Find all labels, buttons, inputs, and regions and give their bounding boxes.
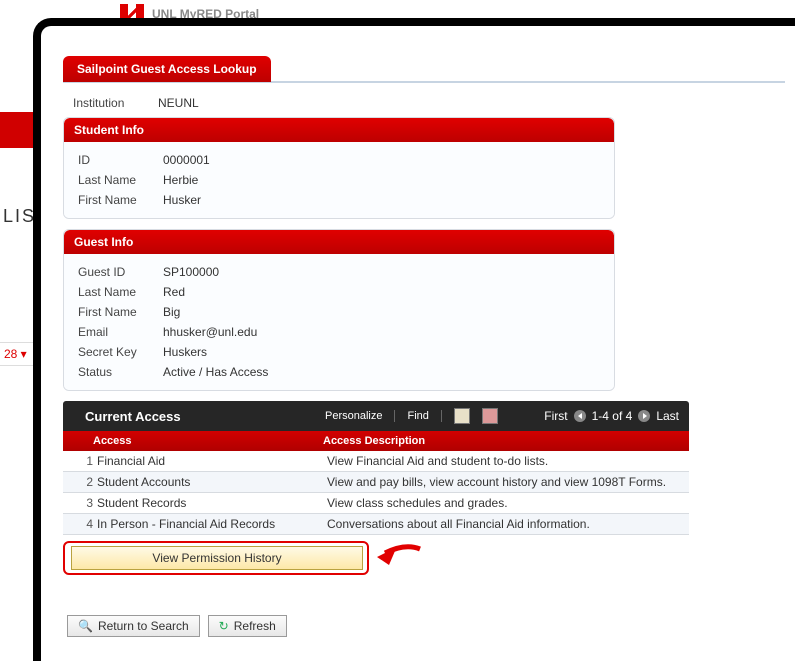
guest-email-value: hhusker@unl.edu <box>163 325 257 339</box>
student-last-value: Herbie <box>163 173 198 187</box>
grid-prev-icon[interactable] <box>574 410 586 422</box>
find-link[interactable]: Find <box>407 410 428 422</box>
guest-id-value: SP100000 <box>163 265 219 279</box>
row-access: Financial Aid <box>93 454 327 468</box>
institution-label: Institution <box>73 96 158 110</box>
guest-status-label: Status <box>78 365 163 379</box>
row-desc: Conversations about all Financial Aid in… <box>327 517 679 531</box>
guest-secret-label: Secret Key <box>78 345 163 359</box>
refresh-button[interactable]: ↻ Refresh <box>208 615 287 637</box>
guest-email-label: Email <box>78 325 163 339</box>
callout-arrow-icon <box>365 541 425 571</box>
guest-info-box: Guest Info Guest IDSP100000 Last NameRed… <box>63 229 615 391</box>
institution-value: NEUNL <box>158 96 199 110</box>
grid-first[interactable]: First <box>544 409 567 423</box>
guest-status-value: Active / Has Access <box>163 365 268 379</box>
student-id-label: ID <box>78 153 163 167</box>
table-row: 2Student AccountsView and pay bills, vie… <box>63 472 689 493</box>
return-to-search-label: Return to Search <box>98 619 189 633</box>
left-red-bar <box>0 112 33 148</box>
partial-text-lis: LIS <box>3 206 36 227</box>
download-grid-icon[interactable] <box>482 408 498 424</box>
table-row: 4In Person - Financial Aid RecordsConver… <box>63 514 689 535</box>
return-to-search-button[interactable]: 🔍 Return to Search <box>67 615 200 637</box>
col-access-header[interactable]: Access <box>93 435 323 447</box>
current-access-grid: Current Access Personalize Find First 1-… <box>63 401 689 575</box>
table-row: 3Student RecordsView class schedules and… <box>63 493 689 514</box>
refresh-label: Refresh <box>234 619 276 633</box>
page-tab-label: Sailpoint Guest Access Lookup <box>77 62 257 76</box>
student-info-box: Student Info ID0000001 Last NameHerbie F… <box>63 117 615 219</box>
student-info-heading: Student Info <box>64 118 614 142</box>
guest-info-heading: Guest Info <box>64 230 614 254</box>
refresh-icon: ↻ <box>219 619 229 633</box>
row-index: 3 <box>73 496 93 510</box>
personalize-link[interactable]: Personalize <box>325 410 382 422</box>
search-icon: 🔍 <box>78 619 93 633</box>
grid-last[interactable]: Last <box>656 409 679 423</box>
row-access: Student Accounts <box>93 475 327 489</box>
row-desc: View and pay bills, view account history… <box>327 475 679 489</box>
view-permission-history-label: View Permission History <box>152 551 281 565</box>
grid-range: 1-4 of 4 <box>592 409 633 423</box>
col-desc-header[interactable]: Access Description <box>323 435 679 447</box>
guest-last-label: Last Name <box>78 285 163 299</box>
row-index: 2 <box>73 475 93 489</box>
row-access: Student Records <box>93 496 327 510</box>
view-history-highlight: View Permission History <box>63 541 369 575</box>
guest-first-label: First Name <box>78 305 163 319</box>
grid-next-icon[interactable] <box>638 410 650 422</box>
table-row: 1Financial AidView Financial Aid and stu… <box>63 451 689 472</box>
view-permission-history-button[interactable]: View Permission History <box>71 546 363 570</box>
grid-title: Current Access <box>73 409 325 424</box>
row-index: 4 <box>73 517 93 531</box>
student-id-value: 0000001 <box>163 153 210 167</box>
guest-secret-value: Huskers <box>163 345 207 359</box>
student-first-value: Husker <box>163 193 201 207</box>
guest-first-value: Big <box>163 305 180 319</box>
student-last-label: Last Name <box>78 173 163 187</box>
row-access: In Person - Financial Aid Records <box>93 517 327 531</box>
guest-id-label: Guest ID <box>78 265 163 279</box>
row-desc: View Financial Aid and student to-do lis… <box>327 454 679 468</box>
row-index: 1 <box>73 454 93 468</box>
page-tab[interactable]: Sailpoint Guest Access Lookup <box>63 56 271 82</box>
zoom-grid-icon[interactable] <box>454 408 470 424</box>
left-count-tag[interactable]: 28 ▾ <box>0 342 33 366</box>
guest-last-value: Red <box>163 285 185 299</box>
modal-panel: Sailpoint Guest Access Lookup Institutio… <box>33 18 795 661</box>
student-first-label: First Name <box>78 193 163 207</box>
row-desc: View class schedules and grades. <box>327 496 679 510</box>
